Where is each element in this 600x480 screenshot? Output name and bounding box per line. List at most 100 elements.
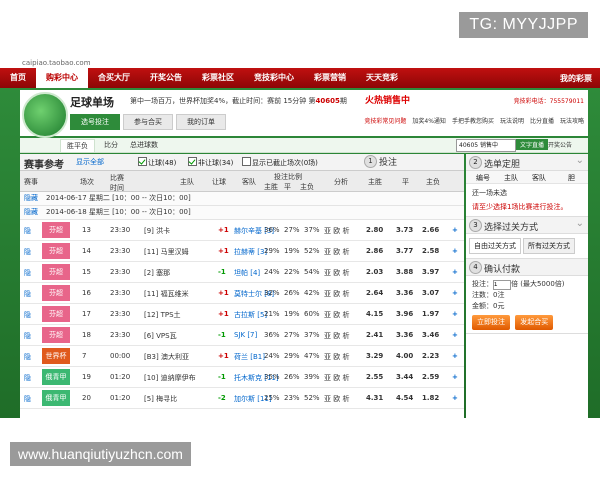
analysis-links[interactable]: 亚 欧 析 — [324, 247, 349, 257]
match-hide-link[interactable]: 隐 — [24, 226, 31, 236]
odds-win[interactable]: 2.80 — [366, 226, 383, 234]
match-hide-link[interactable]: 隐 — [24, 289, 31, 299]
analysis-links[interactable]: 亚 欧 析 — [324, 289, 349, 299]
away-team[interactable]: 拉赫蒂 [3] — [234, 247, 267, 257]
odds-lose[interactable]: 2.58 — [422, 247, 439, 255]
nav-item-draw-notice[interactable]: 开奖公告 — [140, 68, 192, 88]
odds-draw[interactable]: 3.36 — [396, 289, 413, 297]
odds-draw[interactable]: 4.54 — [396, 394, 413, 402]
home-team[interactable]: [6] VPS瓦 — [144, 331, 177, 341]
draw-notice-link[interactable]: 开奖公告 — [548, 140, 572, 149]
show-all-link[interactable]: 显示全部 — [76, 157, 104, 167]
link-strategy[interactable]: 玩法攻略 — [560, 116, 584, 125]
match-hide-link[interactable]: 隐 — [24, 268, 31, 278]
odds-win[interactable]: 2.03 — [366, 268, 383, 276]
checkbox-icon[interactable] — [138, 157, 147, 166]
odds-lose[interactable]: 2.66 — [422, 226, 439, 234]
add-bet-icon[interactable]: + — [452, 289, 458, 297]
home-team[interactable]: [11] 马里汉姆 — [144, 247, 189, 257]
odds-lose[interactable]: 2.59 — [422, 373, 439, 381]
home-team[interactable]: [2] 塞那 — [144, 268, 170, 278]
tab-my-orders[interactable]: 我的订单 — [176, 114, 226, 130]
chevron-down-icon[interactable]: ⌄ — [576, 155, 584, 166]
odds-win[interactable]: 2.86 — [366, 247, 383, 255]
odds-lose[interactable]: 2.23 — [422, 352, 439, 360]
link-rules[interactable]: 玩法说明 — [500, 116, 524, 125]
tab-free-combo[interactable]: 自由过关方式 — [469, 238, 521, 254]
filter-no-handicap[interactable]: 非让球(34) — [188, 157, 233, 168]
checkbox-icon[interactable] — [242, 157, 251, 166]
add-bet-icon[interactable]: + — [452, 268, 458, 276]
nav-item-community[interactable]: 彩票社区 — [192, 68, 244, 88]
home-team[interactable]: [12] TPS土 — [144, 310, 181, 320]
away-team[interactable]: 古拉斯 [5] — [234, 310, 267, 320]
odds-win[interactable]: 4.31 — [366, 394, 383, 402]
odds-win[interactable]: 2.55 — [366, 373, 383, 381]
nav-item-marketing[interactable]: 彩票营销 — [304, 68, 356, 88]
odds-win[interactable]: 2.64 — [366, 289, 383, 297]
filter-handicap[interactable]: 让球(48) — [138, 157, 176, 168]
my-lottery-link[interactable]: 我的彩票 — [560, 73, 600, 84]
odds-lose[interactable]: 3.07 — [422, 289, 439, 297]
link-faq[interactable]: 竞技彩常见问题 — [364, 116, 406, 125]
home-team[interactable]: [5] 梅寻比 — [144, 394, 177, 404]
text-live-button[interactable]: 文字直播 — [516, 139, 549, 150]
add-bet-icon[interactable]: + — [452, 394, 458, 402]
add-bet-icon[interactable]: + — [452, 247, 458, 255]
tab-all-combo[interactable]: 所有过关方式 — [523, 238, 575, 254]
analysis-links[interactable]: 亚 欧 析 — [324, 268, 349, 278]
analysis-links[interactable]: 亚 欧 析 — [324, 373, 349, 383]
away-team[interactable]: SJK [7] — [234, 331, 257, 339]
analysis-links[interactable]: 亚 欧 析 — [324, 352, 349, 362]
match-hide-link[interactable]: 隐 — [24, 394, 31, 404]
hide-date-link[interactable]: 隐藏 — [24, 194, 38, 202]
odds-draw[interactable]: 3.96 — [396, 310, 413, 318]
odds-win[interactable]: 2.41 — [366, 331, 383, 339]
nav-item-sports-center[interactable]: 竞技彩中心 — [244, 68, 304, 88]
tab-score[interactable]: 比分 — [98, 139, 124, 151]
match-hide-link[interactable]: 隐 — [24, 331, 31, 341]
link-live-score[interactable]: 比分直播 — [530, 116, 554, 125]
away-team[interactable]: 坦帕 [4] — [234, 268, 260, 278]
analysis-links[interactable]: 亚 欧 析 — [324, 331, 349, 341]
odds-lose[interactable]: 1.82 — [422, 394, 439, 402]
away-team[interactable]: 荷兰 [B1] — [234, 352, 265, 362]
home-team[interactable]: [9] 洪卡 — [144, 226, 170, 236]
home-team[interactable]: [B3] 澳大利亚 — [144, 352, 189, 362]
match-hide-link[interactable]: 隐 — [24, 310, 31, 320]
add-bet-icon[interactable]: + — [452, 373, 458, 381]
chevron-down-icon[interactable]: ⌄ — [576, 218, 584, 229]
filter-closed[interactable]: 显示已截止场次(0场) — [242, 157, 318, 168]
issue-select[interactable]: 40605 销售中 — [456, 139, 516, 152]
add-bet-icon[interactable]: + — [452, 310, 458, 318]
odds-draw[interactable]: 3.88 — [396, 268, 413, 276]
odds-lose[interactable]: 3.97 — [422, 268, 439, 276]
match-hide-link[interactable]: 隐 — [24, 247, 31, 257]
start-group-buy-button[interactable]: 发起合买 — [515, 315, 554, 330]
match-hide-link[interactable]: 隐 — [24, 373, 31, 383]
odds-draw[interactable]: 3.73 — [396, 226, 413, 234]
add-bet-icon[interactable]: + — [452, 352, 458, 360]
add-bet-icon[interactable]: + — [452, 226, 458, 234]
nav-item-daily[interactable]: 天天竞彩 — [356, 68, 408, 88]
analysis-links[interactable]: 亚 欧 析 — [324, 310, 349, 320]
nav-item-group-buy[interactable]: 合买大厅 — [88, 68, 140, 88]
nav-item-home[interactable]: 首页 — [0, 68, 36, 88]
multiple-input[interactable] — [493, 280, 511, 290]
odds-draw[interactable]: 4.00 — [396, 352, 413, 360]
home-team[interactable]: [10] 迪纳摩伊布 — [144, 373, 196, 383]
analysis-links[interactable]: 亚 欧 析 — [324, 394, 349, 404]
add-bet-icon[interactable]: + — [452, 331, 458, 339]
analysis-links[interactable]: 亚 欧 析 — [324, 226, 349, 236]
odds-lose[interactable]: 1.97 — [422, 310, 439, 318]
tab-pick-numbers[interactable]: 选号投注 — [70, 114, 120, 130]
tab-total-goals[interactable]: 总进球数 — [124, 139, 164, 151]
match-hide-link[interactable]: 隐 — [24, 352, 31, 362]
hide-date-link[interactable]: 隐藏 — [24, 208, 38, 216]
bet-now-button[interactable]: 立即投注 — [472, 315, 510, 330]
odds-draw[interactable]: 3.77 — [396, 247, 413, 255]
odds-win[interactable]: 3.29 — [366, 352, 383, 360]
checkbox-icon[interactable] — [188, 157, 197, 166]
odds-draw[interactable]: 3.36 — [396, 331, 413, 339]
odds-draw[interactable]: 3.44 — [396, 373, 413, 381]
